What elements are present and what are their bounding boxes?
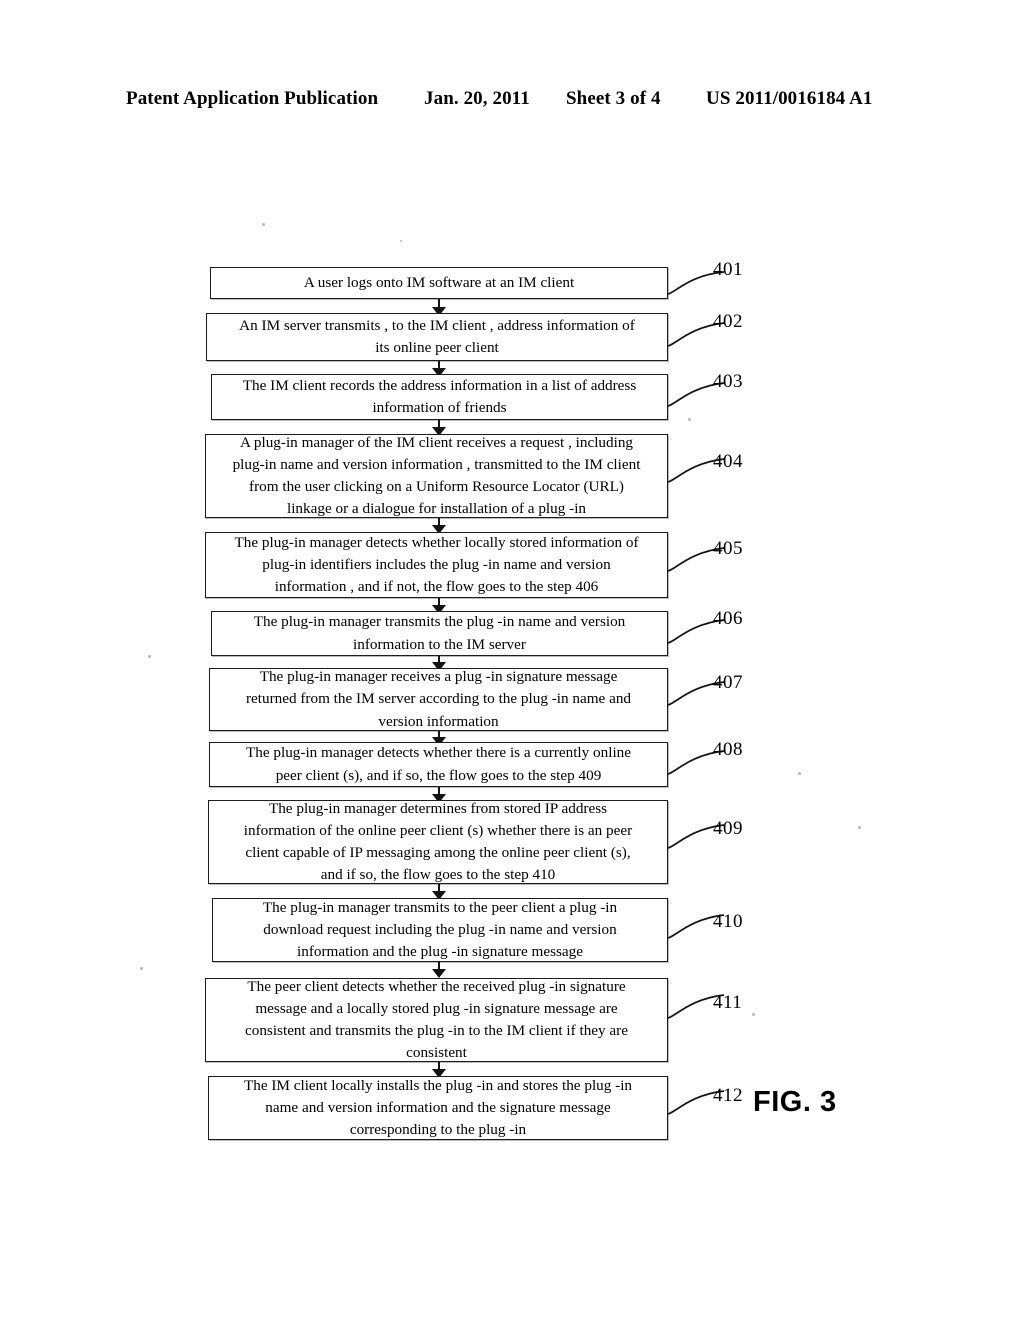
ref-numeral-404: 404 [713, 451, 743, 472]
flow-node-401-text: A user logs onto IM software at an IM cl… [303, 273, 575, 291]
flow-node-404-text: A plug-in manager of the IM client recei… [232, 433, 641, 518]
scan-speck [400, 240, 402, 242]
flow-node-408[interactable]: The plug-in manager detects whether ther… [209, 742, 668, 787]
flow-node-411[interactable]: The peer client detects whether the rece… [205, 978, 668, 1062]
flow-node-409-text: The plug-in manager determines from stor… [243, 799, 633, 884]
flow-node-410-text: The plug-in manager transmits to the pee… [262, 898, 618, 961]
flow-node-403[interactable]: The IM client records the address inform… [211, 374, 668, 420]
flow-node-412-text: The IM client locally installs the plug … [243, 1076, 633, 1139]
flow-node-404[interactable]: A plug-in manager of the IM client recei… [205, 434, 668, 518]
flow-node-402-text: An IM server transmits , to the IM clien… [239, 316, 635, 356]
scan-speck [688, 418, 691, 421]
flow-node-403-text: The IM client records the address inform… [242, 376, 637, 416]
ref-numeral-408: 408 [713, 739, 743, 760]
ref-numeral-402: 402 [713, 311, 743, 332]
flow-node-406[interactable]: The plug-in manager transmits the plug -… [211, 611, 668, 656]
flow-node-401[interactable]: A user logs onto IM software at an IM cl… [210, 267, 668, 299]
ref-numeral-409: 409 [713, 818, 743, 839]
ref-numeral-411: 411 [713, 992, 743, 1013]
ref-numeral-405: 405 [713, 538, 743, 559]
flow-node-407[interactable]: The plug-in manager receives a plug -in … [209, 668, 668, 731]
flow-node-410[interactable]: The plug-in manager transmits to the pee… [212, 898, 668, 962]
ref-numeral-401: 401 [713, 259, 743, 280]
scan-speck [858, 826, 861, 829]
flow-node-406-text: The plug-in manager transmits the plug -… [253, 613, 626, 653]
ref-numeral-412: 412 [713, 1085, 743, 1106]
flow-node-412[interactable]: The IM client locally installs the plug … [208, 1076, 668, 1140]
flow-node-408-text: The plug-in manager detects whether ther… [245, 744, 632, 784]
figure-label: FIG. 3 [753, 1086, 837, 1118]
scan-speck [262, 223, 265, 226]
flow-node-407-text: The plug-in manager receives a plug -in … [245, 668, 632, 730]
scan-speck [148, 655, 151, 658]
ref-numeral-406: 406 [713, 608, 743, 629]
ref-numeral-410: 410 [713, 911, 743, 932]
scan-speck [752, 1013, 755, 1016]
flow-node-405[interactable]: The plug-in manager detects whether loca… [205, 532, 668, 598]
flow-node-411-text: The peer client detects whether the rece… [245, 977, 628, 1062]
flowchart-figure: A user logs onto IM software at an IM cl… [0, 0, 1024, 1320]
flow-node-402[interactable]: An IM server transmits , to the IM clien… [206, 313, 668, 361]
ref-numeral-407: 407 [713, 672, 743, 693]
scan-speck [140, 967, 143, 970]
flow-node-405-text: The plug-in manager detects whether loca… [234, 533, 639, 596]
scan-speck [798, 772, 801, 775]
flow-node-409[interactable]: The plug-in manager determines from stor… [208, 800, 668, 884]
ref-numeral-403: 403 [713, 371, 743, 392]
